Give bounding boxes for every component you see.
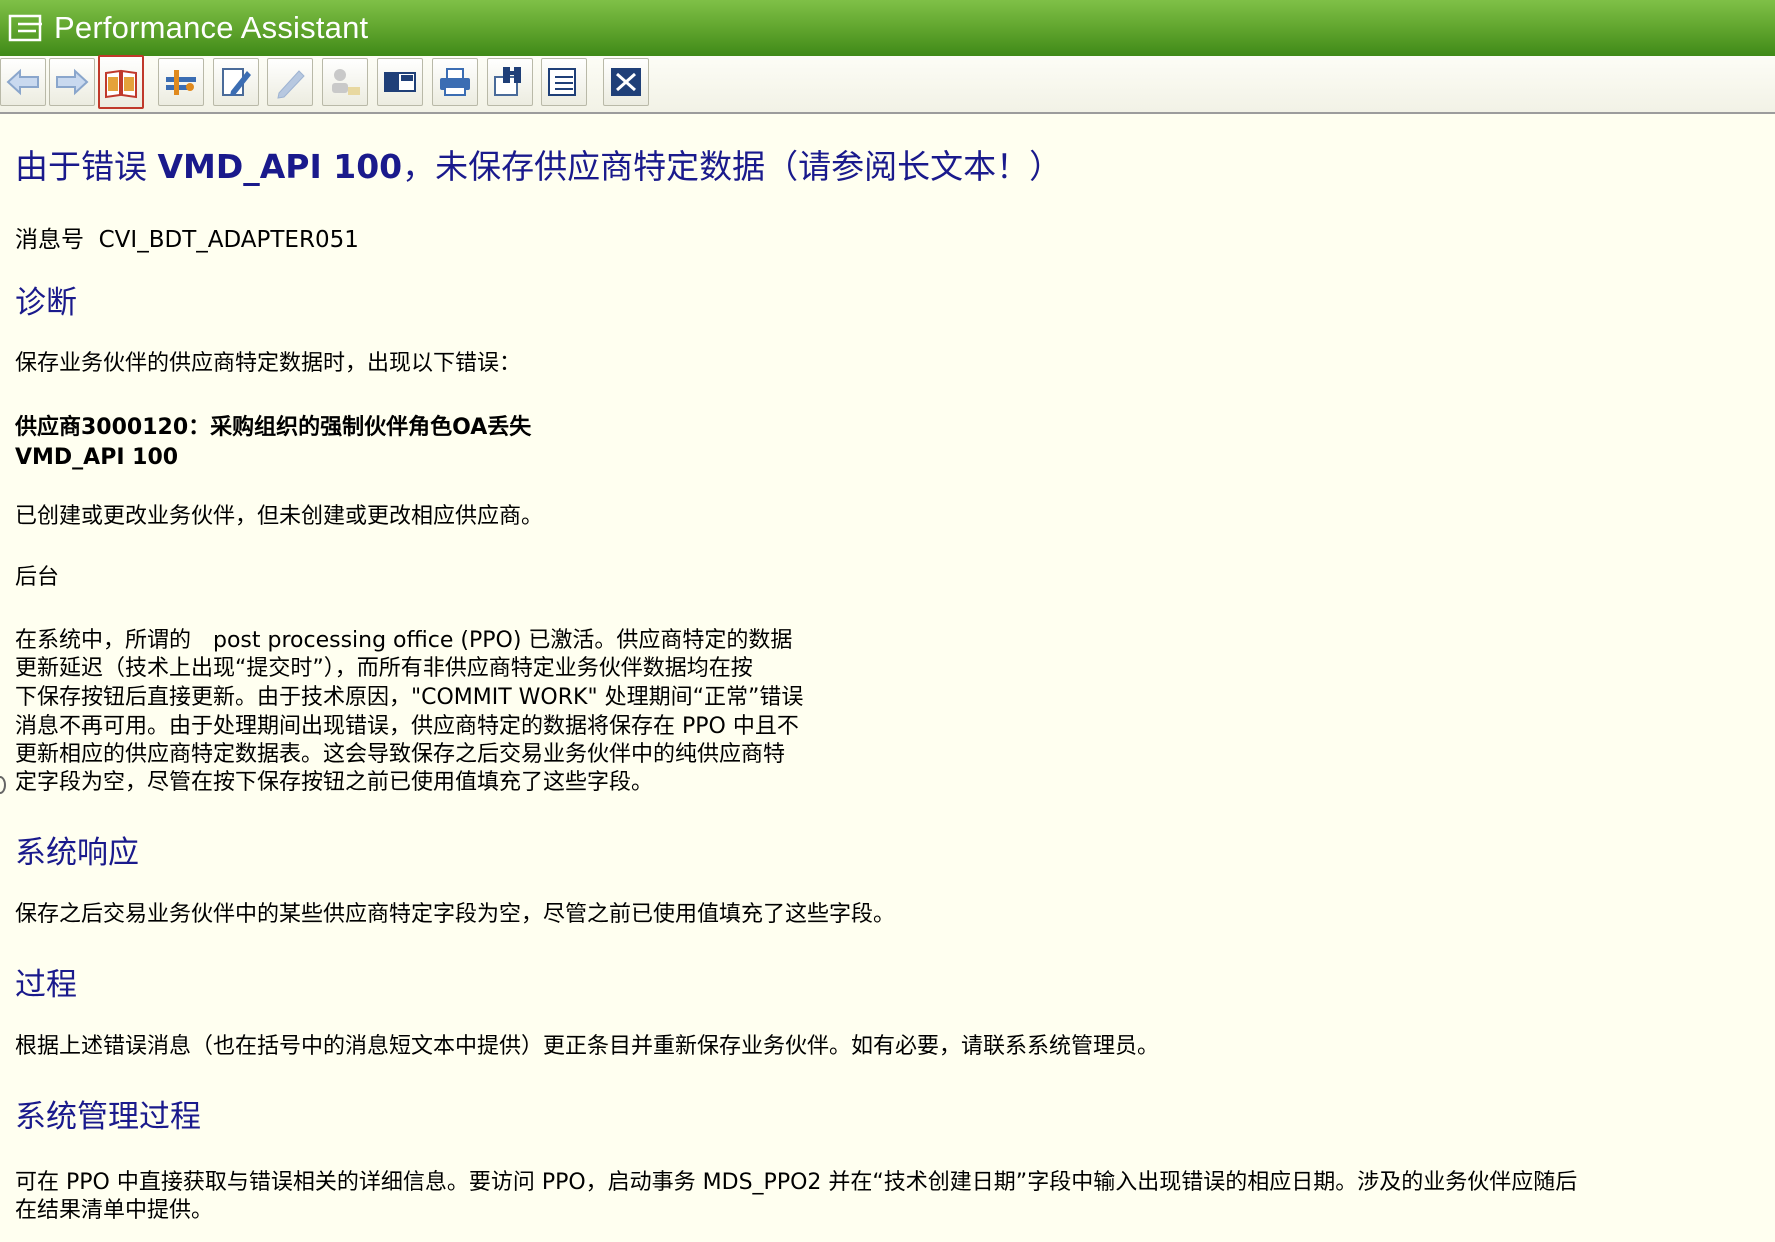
- printer-icon: [440, 68, 470, 96]
- error-detail-line-2: VMD_API 100: [15, 445, 179, 470]
- binoculars-icon: [494, 67, 521, 96]
- window-menu-icon[interactable]: [8, 13, 46, 43]
- window-title: Performance Assistant: [54, 10, 369, 45]
- background-label: 后台: [15, 565, 60, 590]
- background-line-2: 更新延迟（技术上出现“提交时”），而所有非供应商特定业务伙伴数据均在按: [15, 656, 753, 681]
- admin-procedure-line-1: 可在 PPO 中直接获取与错误相关的详细信息。要访问 PPO，启动事务 MDS_…: [15, 1170, 1578, 1195]
- close-button[interactable]: [603, 58, 649, 106]
- message-number-label: 消息号: [15, 227, 84, 253]
- settings-button[interactable]: [541, 58, 587, 106]
- window-layout-icon: [384, 72, 416, 92]
- section-heading-admin-procedure: 系统管理过程: [15, 1099, 201, 1135]
- admin-procedure-line-2: 在结果清单中提供。: [15, 1198, 214, 1223]
- title-suffix: ，未保存供应商特定数据（请参阅长文本！）: [402, 147, 1063, 186]
- title-error-code: VMD_API 100: [157, 147, 403, 186]
- arrow-right-icon: [56, 68, 89, 96]
- window-layout-button[interactable]: [377, 58, 423, 106]
- title-bar: Performance Assistant: [0, 0, 1775, 56]
- print-button[interactable]: [432, 58, 478, 106]
- page-title: 由于错误 VMD_API 100，未保存供应商特定数据（请参阅长文本！）: [15, 140, 1062, 188]
- section-heading-system-response: 系统响应: [15, 835, 139, 871]
- user-button[interactable]: [322, 58, 368, 106]
- background-line-6: 定字段为空，尽管在按下保存按钮之前已使用值填充了这些字段。: [15, 770, 654, 795]
- doc-list-icon: [548, 68, 576, 96]
- pencil-icon: [277, 70, 305, 99]
- tools-icon: [166, 70, 196, 95]
- edit-disabled-button[interactable]: [267, 58, 313, 106]
- background-line-5: 更新相应的供应商特定数据表。这会导致保存之后交易业务伙伴中的纯供应商特: [15, 742, 786, 767]
- find-button[interactable]: [487, 58, 533, 106]
- background-line-1: 在系统中，所谓的 post processing office (PPO) 已激…: [15, 628, 793, 653]
- toolbar: [0, 55, 1775, 114]
- error-detail-line-1: 供应商3000120：采购组织的强制伙伴角色OA丢失: [15, 415, 532, 440]
- arrow-left-icon: [6, 68, 39, 96]
- performance-assistant-window: Performance Assistant 由于错误 VMD_API 100，未…: [0, 0, 1775, 1242]
- open-book-icon: [105, 69, 137, 99]
- forward-button[interactable]: [49, 58, 95, 106]
- close-icon: [611, 68, 641, 96]
- diagnosis-result-text: 已创建或更改业务伙伴，但未创建或更改相应供应商。: [15, 504, 544, 529]
- message-number: 消息号 CVI_BDT_ADAPTER051: [15, 220, 359, 254]
- back-button[interactable]: [0, 58, 46, 106]
- long-text-button[interactable]: [98, 55, 144, 109]
- diagnosis-text: 保存业务伙伴的供应商特定数据时，出现以下错误：: [15, 351, 522, 376]
- section-heading-procedure: 过程: [15, 967, 77, 1003]
- system-response-text: 保存之后交易业务伙伴中的某些供应商特定字段为空，尽管之前已使用值填充了这些字段。: [15, 902, 896, 927]
- title-prefix: 由于错误: [15, 147, 158, 186]
- technical-info-button[interactable]: [158, 58, 204, 106]
- edit-button[interactable]: [213, 58, 259, 106]
- message-number-value: CVI_BDT_ADAPTER051: [98, 227, 359, 253]
- pencil-doc-icon: [222, 68, 251, 96]
- background-line-3: 下保存按钮后直接更新。由于技术原因，"COMMIT WORK" 处理期间“正常”…: [15, 685, 804, 710]
- procedure-text: 根据上述错误消息（也在括号中的消息短文本中提供）更正条目并重新保存业务伙伴。如有…: [15, 1034, 1160, 1059]
- section-heading-diagnosis: 诊断: [15, 285, 77, 321]
- person-icon: [332, 69, 360, 95]
- scroll-marker: [0, 776, 6, 794]
- background-line-4: 消息不再可用。由于处理期间出现错误，供应商特定的数据将保存在 PPO 中且不: [15, 714, 799, 739]
